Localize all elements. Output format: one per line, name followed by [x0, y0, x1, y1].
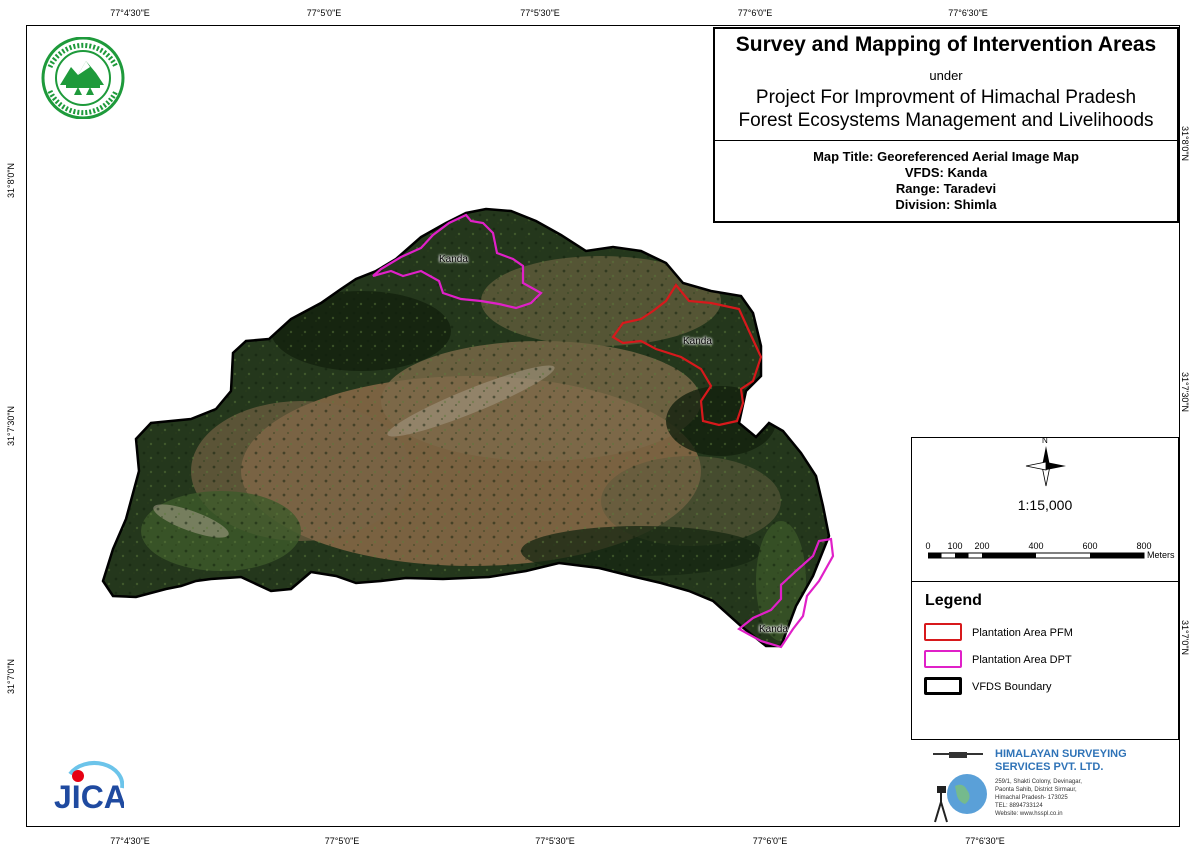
graticule-bottom-label: 77°6'0"E — [752, 836, 788, 846]
company-address-line: TEL: 8894733124 — [995, 803, 1043, 809]
graticule-bottom-label: 77°5'0"E — [324, 836, 360, 846]
legend-swatch-dpt — [924, 650, 962, 668]
legend-label: VFDS Boundary — [972, 681, 1052, 693]
graticule-top-label: 77°6'30"E — [948, 8, 988, 18]
map-label-kanda-north: Kanda — [439, 254, 468, 265]
graticule-left-label: 31°7'0"N — [6, 658, 16, 694]
north-arrow-icon — [1025, 446, 1066, 487]
graticule-top-label: 77°5'30"E — [520, 8, 560, 18]
map-label-kanda-south: Kanda — [759, 624, 788, 635]
company-address-line: 259/1, Shakti Colony, Devinagar, — [995, 779, 1082, 785]
scale-bar — [928, 552, 1145, 559]
scale-ratio: 1:15,000 — [1017, 497, 1073, 513]
map-main-title: Survey and Mapping of Intervention Areas — [735, 33, 1157, 56]
map-title-field: Map Title: Georeferenced Aerial Image Ma… — [813, 149, 1079, 164]
graticule-right-label: 31°7'30"N — [1180, 372, 1190, 413]
scale-tick-label: 100 — [947, 541, 963, 551]
scale-unit: Meters — [1147, 550, 1175, 560]
north-label: N — [1042, 436, 1048, 445]
aerial-imagery — [103, 209, 829, 646]
map-label-kanda-east: Kanda — [683, 336, 712, 347]
graticule-left-label: 31°7'30"N — [6, 405, 16, 446]
range-field: Range: Taradevi — [895, 181, 997, 196]
surveying-logo — [933, 752, 987, 823]
graticule-left-label: 31°8'0"N — [6, 162, 16, 198]
graticule-bottom-label: 77°4'30"E — [110, 836, 150, 846]
project-title-line1: Project For Improvment of Himachal Prade… — [755, 87, 1137, 108]
company-address-line: Paonta Sahib, District Sirmaur, — [995, 787, 1077, 793]
division-field: Division: Shimla — [895, 197, 997, 212]
scale-tick-label: 200 — [974, 541, 990, 551]
legend-swatch-pfm — [924, 623, 962, 641]
company-name: HIMALAYAN SURVEYING SERVICES PVT. LTD. — [995, 748, 1127, 773]
vfds-field: VFDS: Kanda — [904, 165, 988, 180]
title-under-text: under — [929, 68, 963, 83]
svg-text:JICA: JICA — [54, 779, 124, 815]
legend-title: Legend — [925, 592, 982, 609]
jica-logo: JICA — [52, 760, 124, 818]
title-divider — [715, 140, 1177, 141]
graticule-top-label: 77°6'0"E — [737, 8, 773, 18]
company-address-line: Website: www.hsspl.co.in — [995, 811, 1063, 817]
company-address-line: Himachal Pradesh- 173025 — [995, 795, 1068, 801]
scale-tick-label: 600 — [1082, 541, 1098, 551]
legend-label: Plantation Area DPT — [972, 654, 1072, 666]
company-address: 259/1, Shakti Colony, Devinagar, Paonta … — [995, 778, 1175, 818]
graticule-bottom-label: 77°6'30"E — [965, 836, 1005, 846]
graticule-top-label: 77°4'30"E — [110, 8, 150, 18]
legend-swatch-boundary — [924, 677, 962, 695]
project-title-line2: Forest Ecosystems Management and Livelih… — [738, 110, 1154, 131]
graticule-right-label: 31°8'0"N — [1180, 126, 1190, 162]
forest-department-emblem — [41, 37, 125, 119]
legend-panel: N 1:15,000 0 100 200 400 600 800 Meters … — [911, 436, 1179, 740]
legend-label: Plantation Area PFM — [972, 627, 1073, 639]
company-block: HIMALAYAN SURVEYING SERVICES PVT. LTD. 2… — [911, 740, 1179, 826]
graticule-bottom-label: 77°5'30"E — [535, 836, 575, 846]
scale-tick-label: 400 — [1028, 541, 1044, 551]
graticule-right-label: 31°7'0"N — [1180, 620, 1190, 656]
scale-tick-label: 0 — [925, 541, 931, 551]
legend-divider — [912, 581, 1178, 582]
title-block: Survey and Mapping of Intervention Areas… — [713, 27, 1179, 223]
graticule-top-label: 77°5'0"E — [306, 8, 342, 18]
